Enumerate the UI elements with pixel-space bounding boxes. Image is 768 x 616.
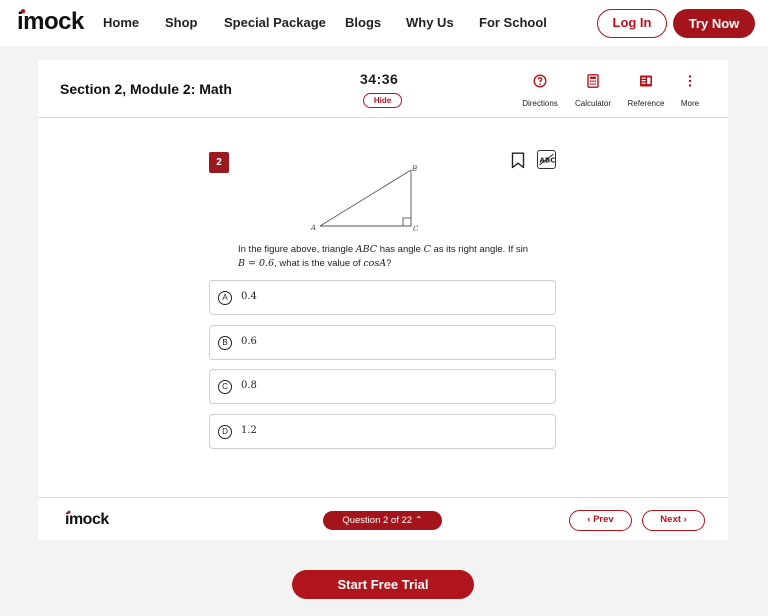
calculator-icon	[587, 74, 599, 88]
more-label: More	[680, 99, 700, 108]
footer-logo: ● imock	[65, 509, 109, 528]
choice-letter: A	[218, 291, 232, 305]
prev-button[interactable]: ‹ Prev	[569, 510, 632, 531]
choice-letter: C	[218, 380, 232, 394]
start-free-trial-button[interactable]: Start Free Trial	[292, 570, 474, 599]
choice-letter: D	[218, 425, 232, 439]
brand-logo[interactable]: ● imock	[17, 6, 84, 36]
directions-button[interactable]: Directions	[510, 74, 570, 111]
question-circle-icon	[533, 74, 547, 88]
abc-strike-icon: ABC	[539, 153, 555, 166]
nav-link-for-school[interactable]: For School	[479, 15, 547, 30]
exam-header: Section 2, Module 2: Math 34:36 Hide Dir…	[38, 60, 728, 118]
choice-value: 0.8	[241, 380, 257, 391]
vertex-label-c: C	[413, 225, 419, 233]
nav-link-special-package[interactable]: Special Package	[224, 15, 326, 30]
exam-card: Section 2, Module 2: Math 34:36 Hide Dir…	[38, 60, 728, 540]
try-now-button[interactable]: Try Now	[673, 9, 755, 38]
vertex-label-b: B	[411, 165, 417, 173]
section-title: Section 2, Module 2: Math	[60, 81, 232, 97]
choice-value: 0.6	[241, 336, 257, 347]
chevron-left-icon: ‹	[587, 514, 591, 525]
nav-link-home[interactable]: Home	[103, 15, 139, 30]
directions-label: Directions	[522, 99, 558, 108]
nav-link-shop[interactable]: Shop	[165, 15, 198, 30]
next-button[interactable]: Next ›	[642, 510, 705, 531]
more-button[interactable]: More	[660, 74, 720, 111]
question-number-badge: 2	[209, 152, 229, 173]
nav-link-why-us[interactable]: Why Us	[406, 15, 454, 30]
hide-timer-button[interactable]: Hide	[363, 93, 402, 108]
question-text: In the figure above, triangle ABC has an…	[238, 244, 529, 269]
more-vertical-icon	[688, 75, 692, 87]
vertex-label-a: A	[310, 224, 316, 232]
chevron-right-icon: ›	[683, 514, 687, 525]
answer-choice-d[interactable]: D 1.2	[209, 414, 556, 449]
question-navigator-button[interactable]: Question 2 of 22 ⌃	[323, 511, 442, 530]
bookmark-icon[interactable]	[511, 152, 525, 169]
calculator-button[interactable]: Calculator	[563, 74, 623, 111]
answer-choice-a[interactable]: A 0.4	[209, 280, 556, 315]
choice-value: 0.4	[241, 291, 257, 302]
choice-letter: B	[218, 336, 232, 350]
exam-footer: ● imock Question 2 of 22 ⌃ ‹ Prev Next ›	[38, 497, 728, 540]
answer-choice-b[interactable]: B 0.6	[209, 325, 556, 360]
login-button[interactable]: Log In	[597, 9, 667, 38]
reference-label: Reference	[627, 99, 665, 108]
calculator-label: Calculator	[574, 99, 611, 108]
timer: 34:36	[360, 71, 399, 87]
choice-value: 1.2	[241, 425, 257, 436]
nav-link-blogs[interactable]: Blogs	[345, 15, 381, 30]
answer-choice-c[interactable]: C 0.8	[209, 369, 556, 404]
top-navbar: ● imock Home Shop Special Package Blogs W…	[0, 0, 768, 46]
reference-icon	[640, 75, 652, 87]
strikethrough-abc-button[interactable]: ABC	[537, 150, 556, 169]
chevron-up-icon: ⌃	[414, 515, 423, 526]
triangle-figure: A B C	[310, 165, 419, 233]
